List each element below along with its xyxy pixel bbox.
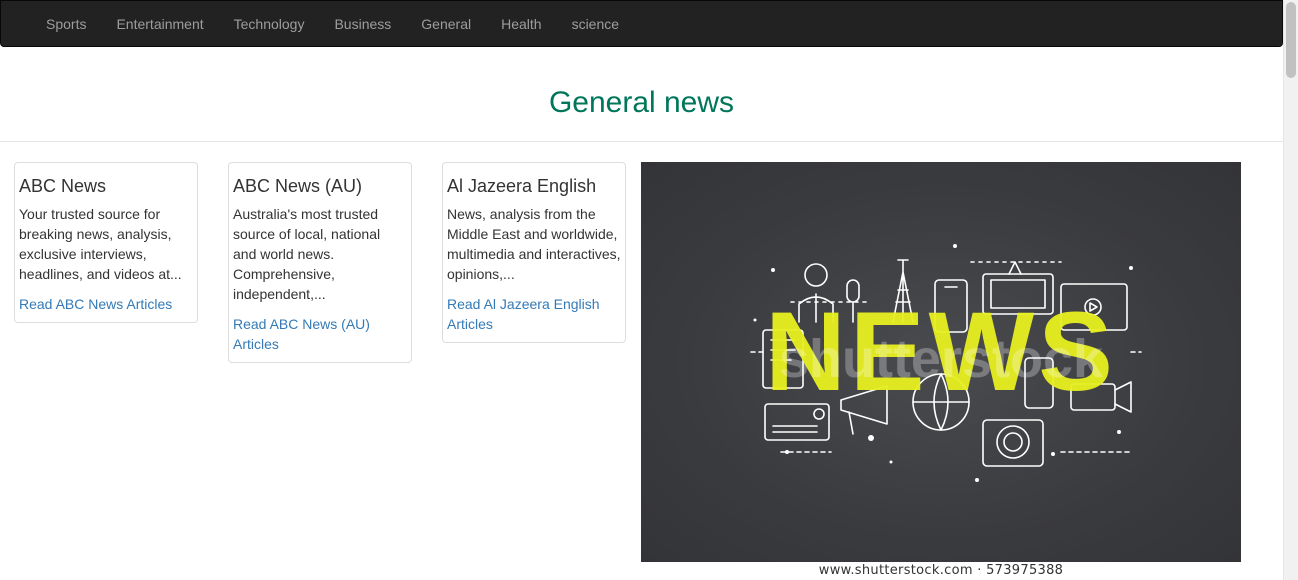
image-caption: www.shutterstock.com · 573975388	[818, 563, 1064, 578]
nav-item-technology[interactable]: Technology	[219, 2, 320, 46]
watermark-text: shutterstock	[779, 329, 1104, 389]
nav-item-health[interactable]: Health	[486, 2, 556, 46]
page-title: General news	[548, 86, 735, 119]
source-description: Your trusted source for breaking news, a…	[19, 206, 182, 282]
source-description: News, analysis from the Middle East and …	[447, 206, 621, 282]
nav-item-business[interactable]: Business	[319, 2, 406, 46]
source-name: Al Jazeera English	[447, 176, 597, 196]
source-description: Australia's most trusted source of local…	[233, 206, 381, 302]
top-navbar: Sports Entertainment Technology Business…	[0, 0, 1283, 47]
news-illustration: NEWS shutterstock	[641, 162, 1241, 562]
nav-item-sports[interactable]: Sports	[31, 2, 101, 46]
source-name: ABC News (AU)	[233, 176, 363, 196]
nav-item-science[interactable]: science	[557, 2, 634, 46]
scrollbar-thumb[interactable]	[1286, 2, 1296, 78]
vertical-scrollbar[interactable]	[1283, 0, 1298, 580]
source-card: Al Jazeera English News, analysis from t…	[442, 162, 626, 343]
news-line-art: NEWS shutterstock	[750, 244, 1142, 482]
read-articles-link[interactable]: Read ABC News Articles	[19, 294, 193, 314]
source-card: ABC News (AU) Australia's most trusted s…	[228, 162, 412, 363]
source-card: ABC News Your trusted source for breakin…	[14, 162, 198, 323]
nav-item-general[interactable]: General	[406, 2, 486, 46]
source-name: ABC News	[19, 176, 107, 196]
title-divider	[0, 141, 1283, 142]
read-articles-link[interactable]: Read Al Jazeera English Articles	[447, 294, 621, 334]
nav-item-entertainment[interactable]: Entertainment	[101, 2, 218, 46]
read-articles-link[interactable]: Read ABC News (AU) Articles	[233, 314, 407, 354]
